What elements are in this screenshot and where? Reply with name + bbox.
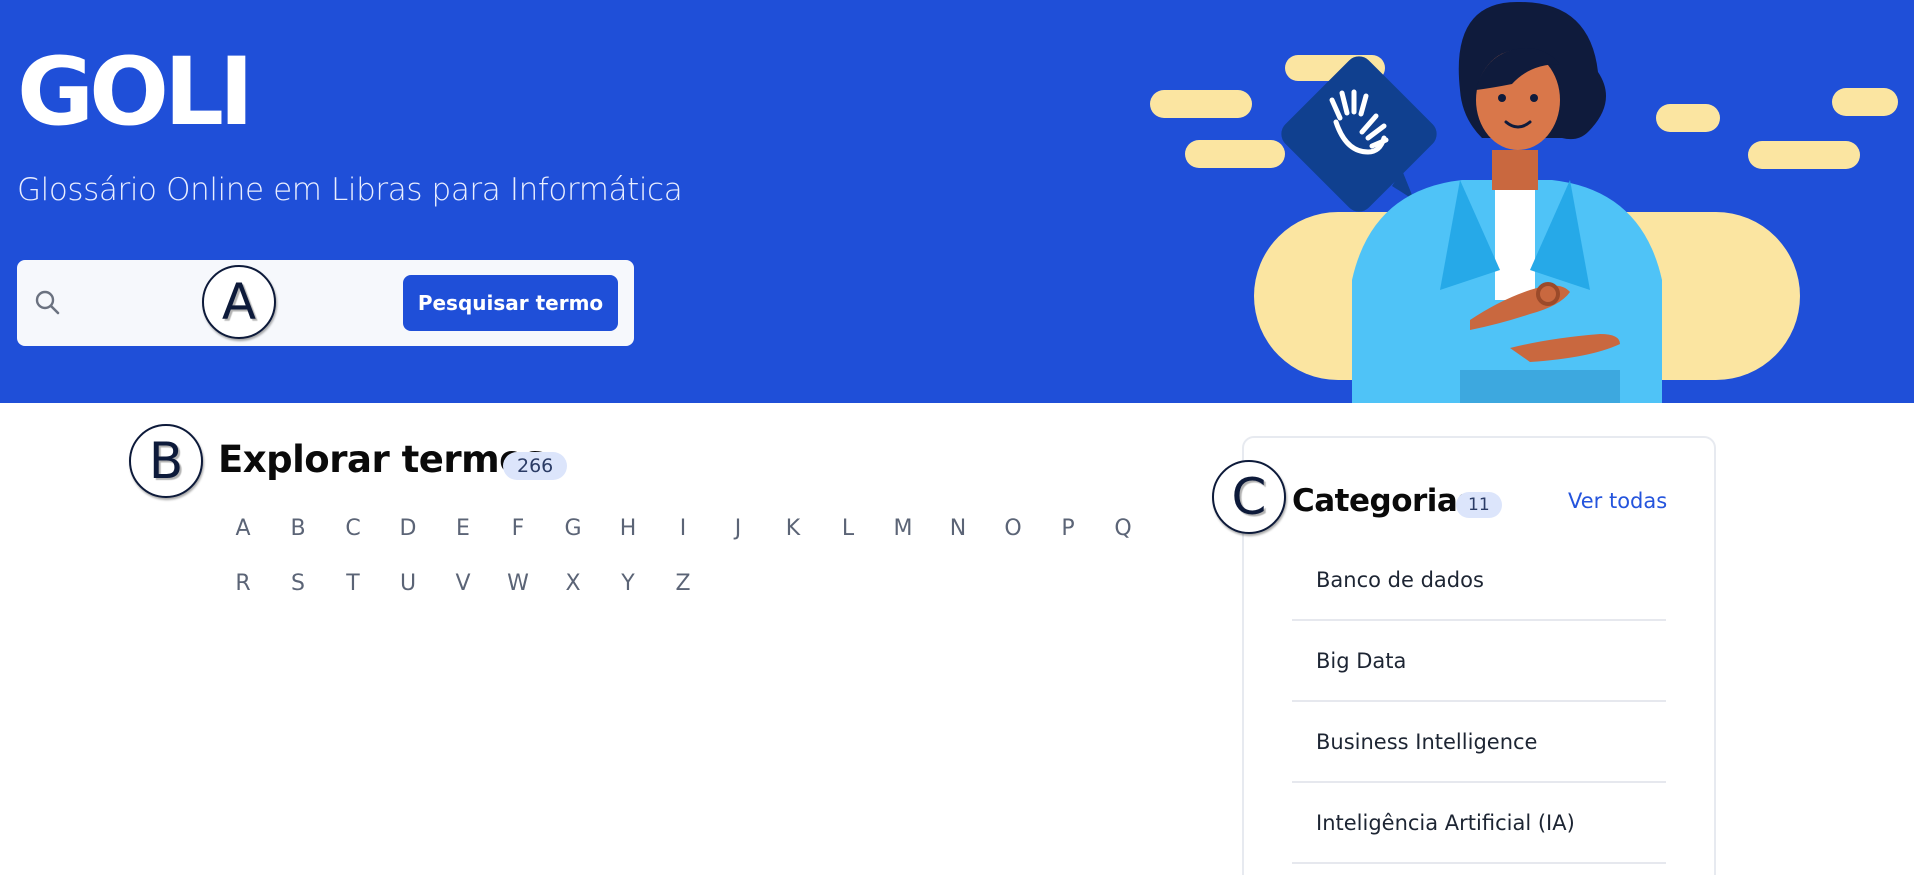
- letter-link[interactable]: J: [713, 516, 763, 541]
- category-item[interactable]: Banco de dados: [1292, 540, 1666, 621]
- callout-marker-b: B: [129, 424, 203, 498]
- search-button[interactable]: Pesquisar termo: [403, 275, 618, 331]
- letter-link[interactable]: X: [548, 571, 598, 596]
- search-bar: Pesquisar termo: [17, 260, 634, 346]
- category-item[interactable]: Big Data: [1292, 621, 1666, 702]
- callout-marker-a: A: [202, 265, 276, 339]
- letter-link[interactable]: P: [1043, 516, 1093, 541]
- letter-link[interactable]: B: [273, 516, 323, 541]
- letter-link[interactable]: R: [218, 571, 268, 596]
- callout-marker-c: C: [1212, 460, 1286, 534]
- explore-terms-title: Explorar termos: [218, 438, 546, 481]
- letter-link[interactable]: A: [218, 516, 268, 541]
- letter-link[interactable]: Z: [658, 571, 708, 596]
- terms-count-badge: 266: [503, 452, 568, 480]
- letter-link[interactable]: E: [438, 516, 488, 541]
- letter-link[interactable]: U: [383, 571, 433, 596]
- letter-link[interactable]: N: [933, 516, 983, 541]
- letter-link[interactable]: I: [658, 516, 708, 541]
- letter-link[interactable]: S: [273, 571, 323, 596]
- letter-link[interactable]: Y: [603, 571, 653, 596]
- site-logo[interactable]: GOLI: [17, 46, 254, 140]
- hero-banner: GOLI Glossário Online em Libras para Inf…: [0, 0, 1914, 403]
- letter-link[interactable]: M: [878, 516, 928, 541]
- letter-link[interactable]: F: [493, 516, 543, 541]
- letter-link[interactable]: K: [768, 516, 818, 541]
- category-item[interactable]: Business Intelligence: [1292, 702, 1666, 783]
- categories-count-badge: 11: [1456, 492, 1502, 518]
- letter-link[interactable]: O: [988, 516, 1038, 541]
- interpreter-illustration: [1150, 1, 1898, 403]
- site-subtitle: Glossário Online em Libras para Informát…: [17, 172, 683, 208]
- letter-link[interactable]: G: [548, 516, 598, 541]
- search-icon: [35, 290, 60, 315]
- category-item[interactable]: Inteligência Artificial (IA): [1292, 783, 1666, 864]
- letter-link[interactable]: Q: [1098, 516, 1148, 541]
- letter-link[interactable]: D: [383, 516, 433, 541]
- letter-link[interactable]: W: [493, 571, 543, 596]
- letter-link[interactable]: H: [603, 516, 653, 541]
- categories-title: Categorias: [1292, 483, 1476, 519]
- letter-link[interactable]: L: [823, 516, 873, 541]
- letter-link[interactable]: T: [328, 571, 378, 596]
- letter-link[interactable]: C: [328, 516, 378, 541]
- letter-link[interactable]: V: [438, 571, 488, 596]
- see-all-categories-link[interactable]: Ver todas: [1568, 489, 1667, 513]
